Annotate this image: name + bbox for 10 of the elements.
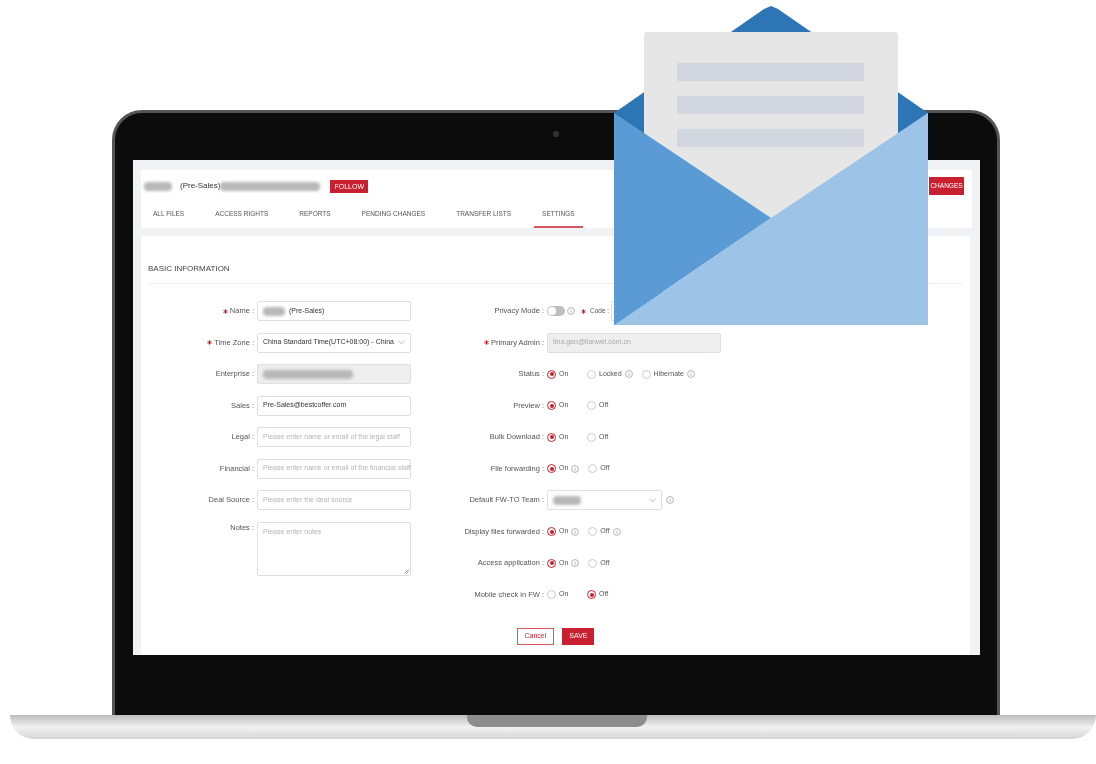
chevron-down-icon	[649, 497, 656, 503]
privacy-toggle[interactable]	[547, 306, 565, 316]
redacted-text	[144, 181, 172, 191]
select-field[interactable]	[547, 490, 662, 510]
chevron-down-icon	[398, 340, 405, 345]
required-star-icon	[581, 308, 586, 314]
section-title: BASIC INFORMATION	[148, 264, 230, 273]
camera-icon	[553, 131, 559, 137]
resize-handle-icon[interactable]	[404, 568, 409, 574]
org-name: (Pre-Sales)	[180, 180, 221, 192]
